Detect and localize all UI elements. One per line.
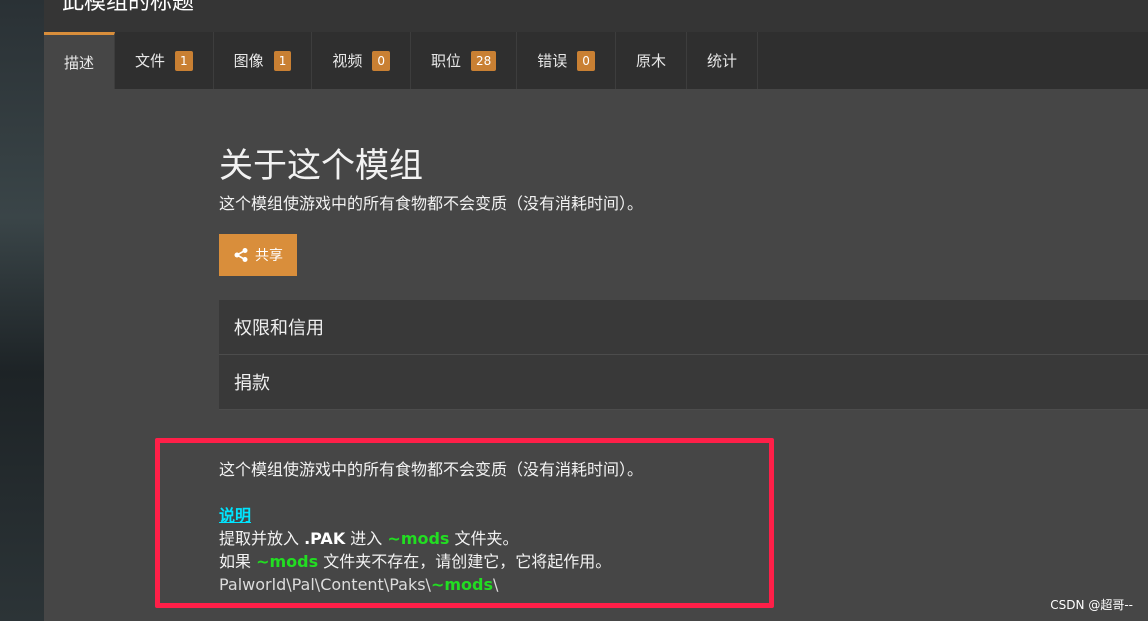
- tab-description[interactable]: 描述: [44, 32, 116, 89]
- mod-summary: 这个模组使游戏中的所有食物都不会变质（没有消耗时间）。: [219, 194, 644, 213]
- share-button[interactable]: 共享: [219, 234, 297, 276]
- share-icon: [234, 248, 248, 262]
- tab-label: 原木: [635, 52, 666, 70]
- accordion-label: 权限和信用: [234, 318, 324, 339]
- count-badge: 1: [273, 50, 292, 71]
- accordion-donations[interactable]: 捐款: [219, 355, 1148, 410]
- tab-label: 统计: [706, 52, 737, 70]
- count-badge: 0: [372, 50, 390, 71]
- tab-label: 错误: [537, 52, 568, 70]
- tab-posts[interactable]: 职位 28: [411, 32, 518, 89]
- tab-bugs[interactable]: 错误 0: [517, 32, 616, 89]
- mod-title: 此模组的标题: [62, 0, 195, 15]
- mod-page: 此模组的标题 描述 文件 1 图像 1 视频 0 职位 28 错误 0 原木 统: [44, 0, 1148, 621]
- tab-bar: 描述 文件 1 图像 1 视频 0 职位 28 错误 0 原木 统计: [44, 32, 1148, 89]
- background-image-strip: [0, 0, 44, 621]
- tab-videos[interactable]: 视频 0: [312, 32, 411, 89]
- count-badge: 28: [471, 50, 497, 71]
- tab-label: 职位: [430, 52, 461, 70]
- mod-title-bar: 此模组的标题: [44, 0, 1148, 32]
- tab-images[interactable]: 图像 1: [214, 32, 313, 89]
- about-heading: 关于这个模组: [219, 146, 423, 186]
- accordion-permissions[interactable]: 权限和信用: [219, 300, 1148, 355]
- accordion-label: 捐款: [234, 373, 270, 394]
- tab-label: 文件: [135, 52, 166, 70]
- highlight-annotation-box: [155, 438, 774, 608]
- watermark: CSDN @超哥--: [1050, 598, 1133, 612]
- tab-label: 视频: [332, 52, 363, 70]
- tab-label: 描述: [64, 53, 95, 72]
- tab-logs[interactable]: 原木: [616, 32, 687, 89]
- info-accordion: 权限和信用 捐款: [219, 300, 1148, 410]
- count-badge: 0: [577, 50, 595, 71]
- count-badge: 1: [175, 50, 193, 71]
- tab-stats[interactable]: 统计: [687, 32, 758, 89]
- tab-files[interactable]: 文件 1: [115, 32, 214, 89]
- tab-label: 图像: [233, 52, 264, 70]
- share-label: 共享: [255, 248, 283, 264]
